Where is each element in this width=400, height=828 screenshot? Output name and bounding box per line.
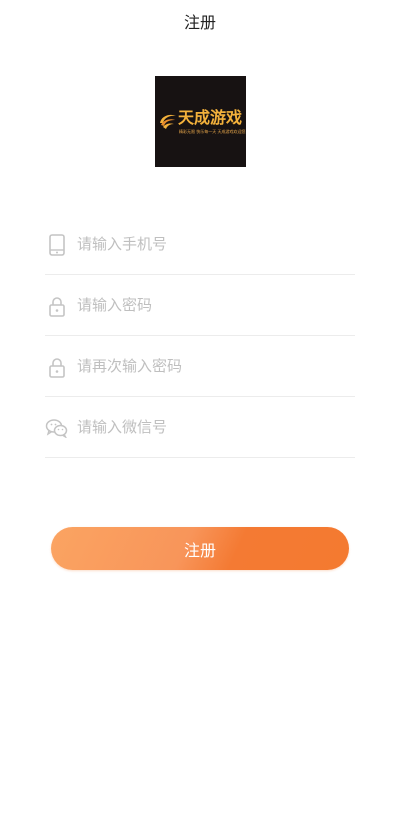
phone-icon [45, 233, 69, 257]
logo-slogan: 精彩无限 快乐每一天 天成游戏欢迎您 [179, 129, 246, 134]
confirm-password-field-row [45, 336, 355, 397]
register-button[interactable]: 注册 [51, 527, 349, 570]
phone-field-row [45, 214, 355, 275]
app-logo: 天成游戏 精彩无限 快乐每一天 天成游戏欢迎您 [155, 76, 246, 167]
wechat-input[interactable] [77, 414, 347, 440]
page-title: 注册 [183, 13, 216, 32]
logo-swoosh-icon [160, 114, 176, 129]
register-form [45, 214, 355, 458]
lock-icon [45, 294, 69, 318]
password-field-row [45, 275, 355, 336]
wechat-icon [45, 416, 69, 440]
confirm-password-input[interactable] [77, 353, 347, 379]
wechat-field-row [45, 397, 355, 458]
lock-icon [45, 355, 69, 379]
logo-text: 天成游戏 [178, 108, 243, 127]
phone-input[interactable] [77, 231, 347, 257]
password-input[interactable] [77, 292, 347, 318]
